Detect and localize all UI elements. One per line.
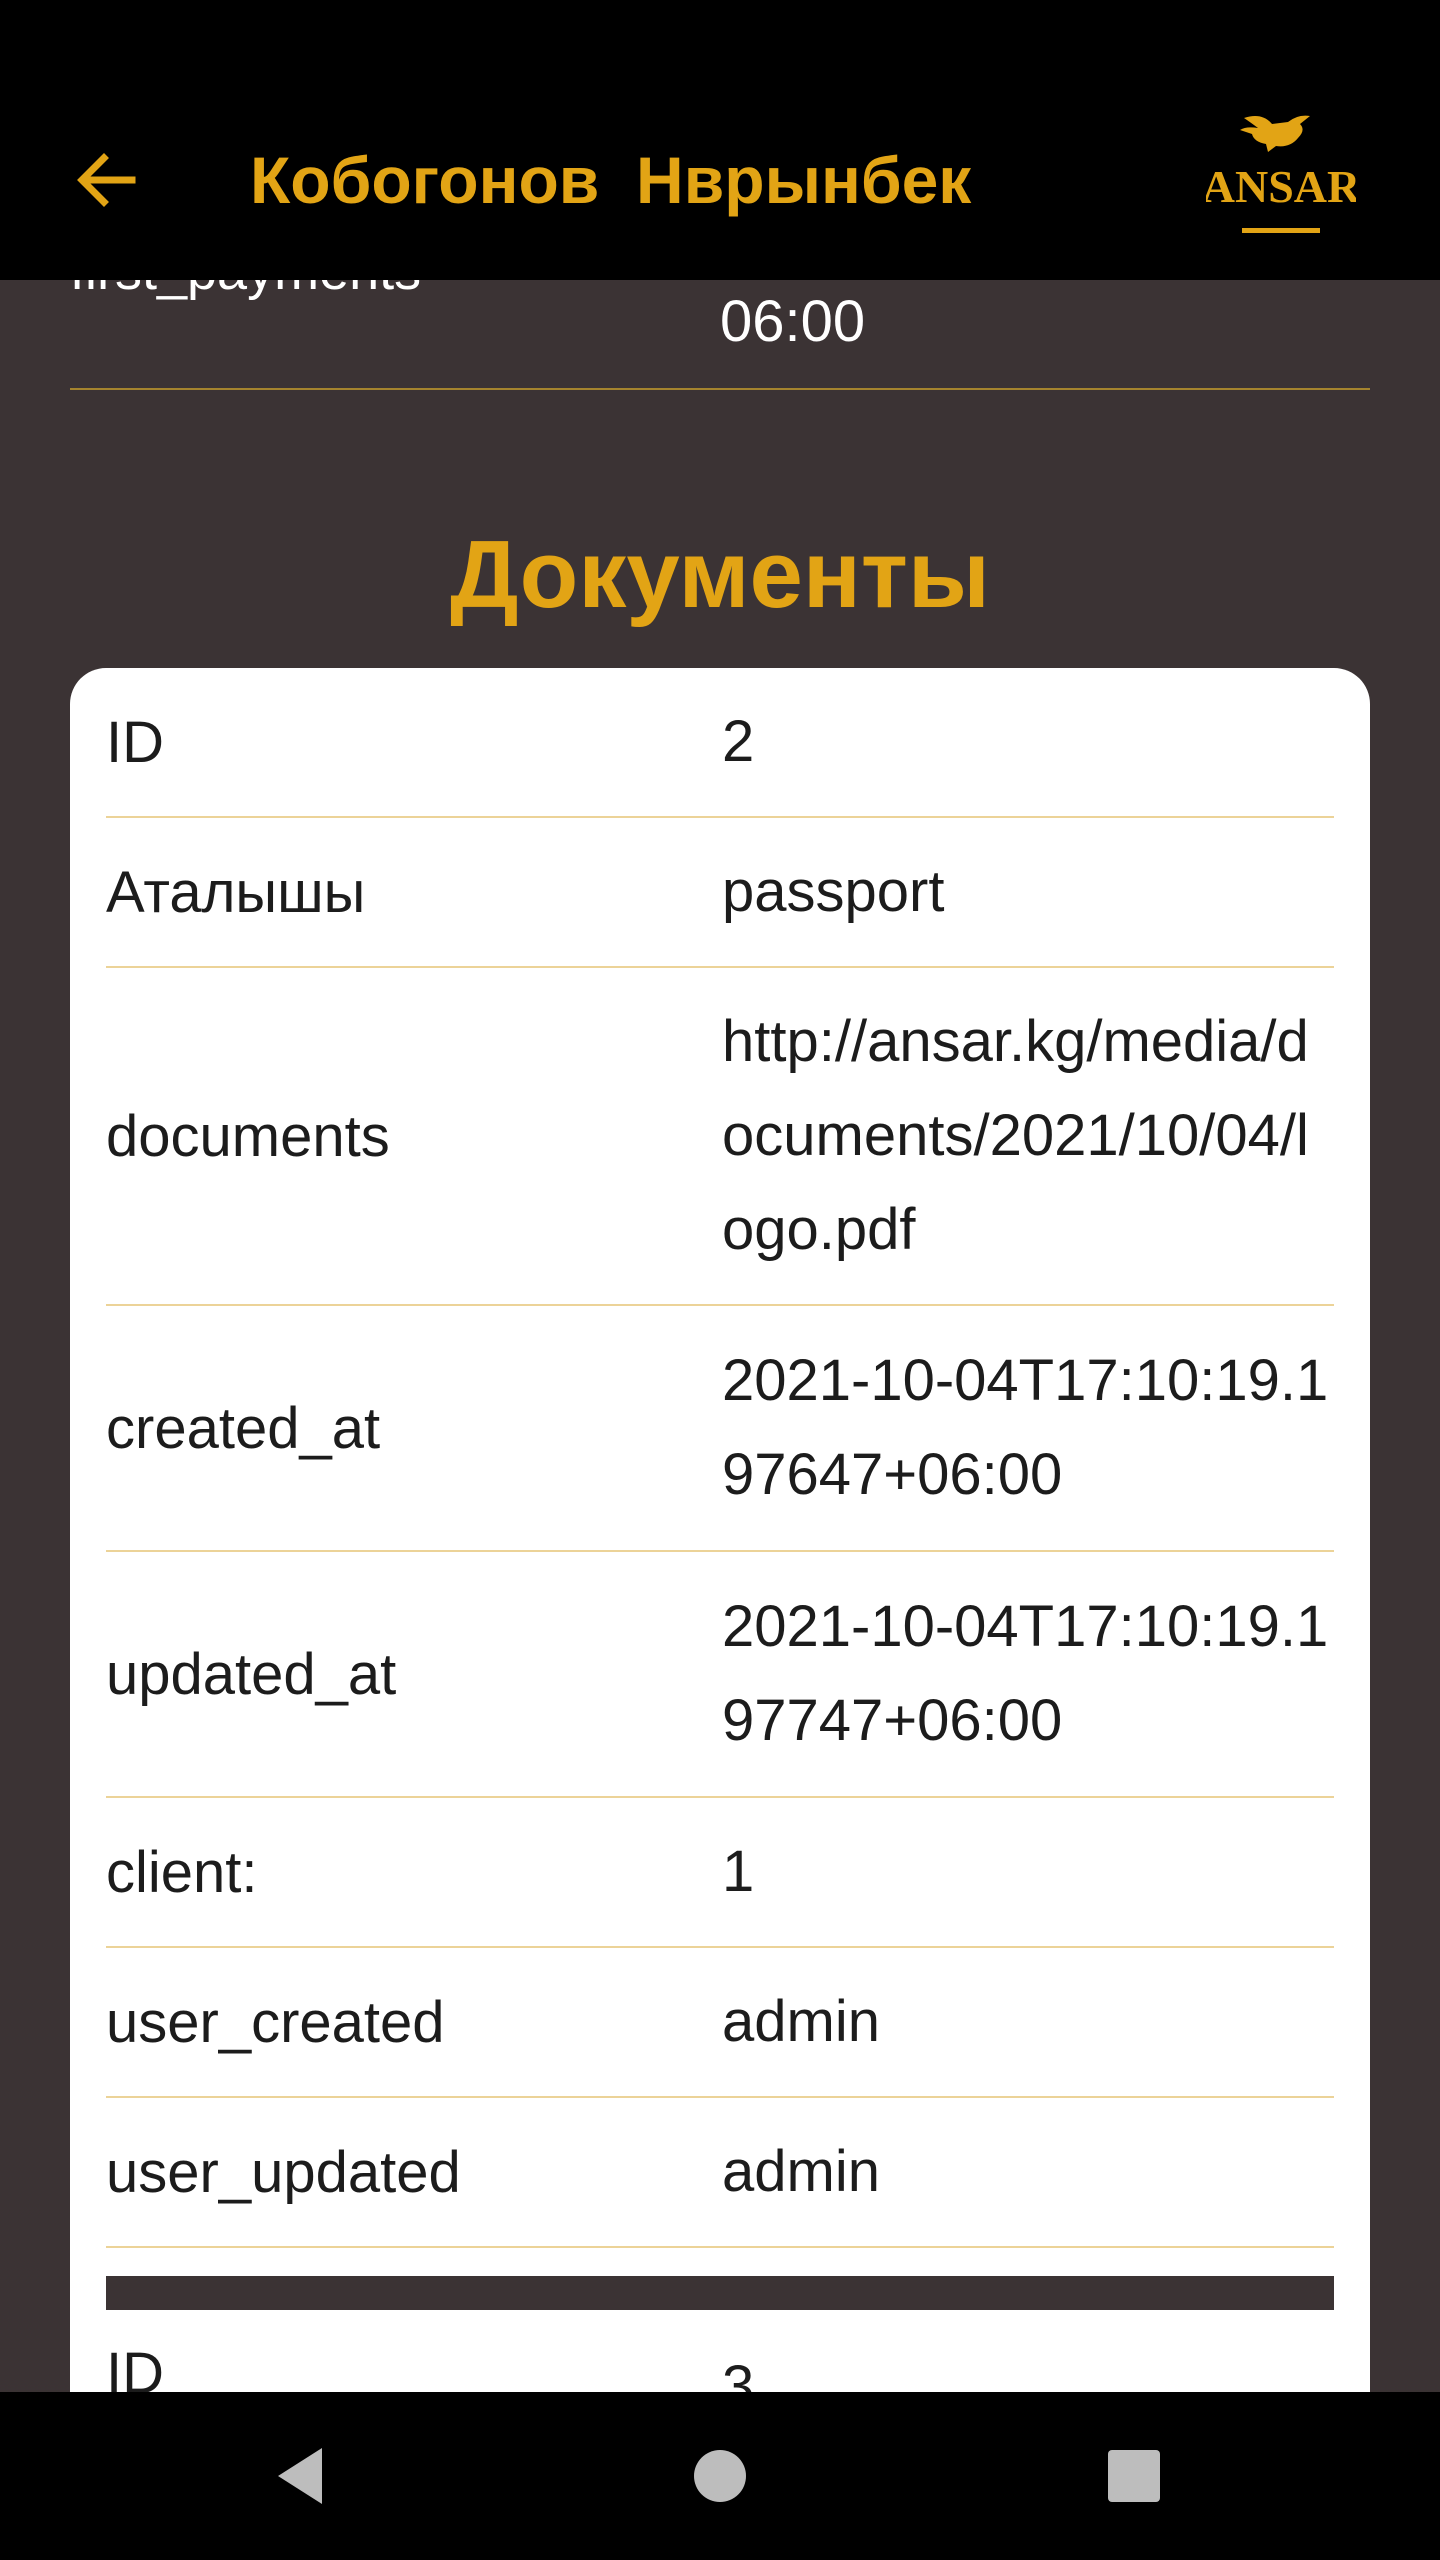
app-bar: Кобогонов Нврынбек ANSAR — [0, 0, 1440, 280]
row-value: 2 — [722, 709, 755, 774]
document-row: user_updated admin — [106, 2098, 1334, 2248]
section-title: Документы — [450, 521, 990, 628]
row-value: passport — [722, 859, 945, 924]
row-key: updated_at — [106, 1641, 397, 1707]
document-row: Аталышы passport — [106, 818, 1334, 968]
document-link[interactable]: http://ansar.kg/media/documents/2021/10/… — [722, 968, 1334, 1304]
row-key: client: — [106, 1839, 258, 1905]
document-row: client: 1 — [106, 1798, 1334, 1948]
row-key: documents — [106, 1103, 390, 1169]
row-value: admin — [722, 2139, 880, 2204]
row-value: 06:00 — [720, 289, 866, 354]
logo-text: ANSAR — [1206, 161, 1356, 212]
document-row: ID 2 — [106, 668, 1334, 818]
row-key: ID — [106, 709, 164, 775]
nav-back-button[interactable] — [250, 2426, 350, 2526]
row-value: admin — [722, 1989, 880, 2054]
back-button[interactable] — [56, 140, 156, 220]
row-key: ID — [106, 2341, 164, 2392]
arrow-left-icon — [77, 153, 136, 207]
nav-home-button[interactable] — [670, 2426, 770, 2526]
document-divider — [106, 2276, 1334, 2310]
content-scroll[interactable]: first_payments 06:00 Документы ID 2 Атал… — [0, 280, 1440, 2392]
row-key: user_created — [106, 1989, 445, 2055]
document-row: user_created admin — [106, 1948, 1334, 2098]
screen: Кобогонов Нврынбек ANSAR first_payments … — [0, 0, 1440, 2560]
row-value: 2021-10-04T17:10:19.197647+06:00 — [722, 1348, 1329, 1507]
row-value: 2021-10-04T17:10:19.197747+06:00 — [722, 1594, 1329, 1753]
previous-info-row: first_payments 06:00 — [70, 280, 1370, 390]
document-row: documents http://ansar.kg/media/document… — [106, 968, 1334, 1306]
row-key: first_payments — [70, 280, 421, 302]
ansar-logo: ANSAR — [1206, 115, 1356, 233]
square-recents-icon — [1108, 2450, 1160, 2502]
document-row: updated_at 2021-10-04T17:10:19.197747+06… — [106, 1552, 1334, 1798]
document-row: ID 3 — [106, 2310, 1334, 2392]
row-key: created_at — [106, 1395, 381, 1461]
row-key: user_updated — [106, 2139, 461, 2205]
row-value: 3 — [722, 2354, 755, 2392]
document-card: ID 2 Аталышы passport documents http://a… — [70, 668, 1370, 2392]
system-nav-bar — [0, 2392, 1440, 2560]
document-row: created_at 2021-10-04T17:10:19.197647+06… — [106, 1306, 1334, 1552]
row-key: Аталышы — [106, 859, 366, 925]
row-value: 1 — [722, 1839, 755, 1904]
page-title: Кобогонов Нврынбек — [250, 143, 972, 217]
triangle-back-icon — [278, 2448, 322, 2504]
nav-recents-button[interactable] — [1084, 2426, 1184, 2526]
circle-home-icon — [694, 2450, 746, 2502]
